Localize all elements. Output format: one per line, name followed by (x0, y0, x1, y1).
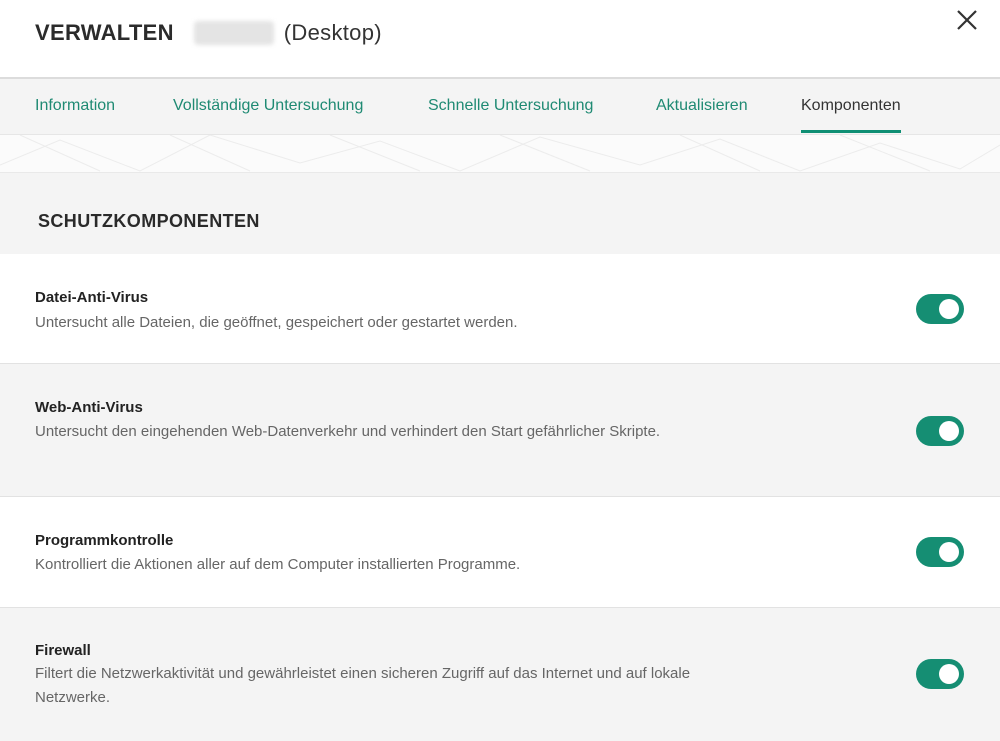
decorative-pattern (0, 135, 1000, 172)
tab-components[interactable]: Komponenten (801, 97, 901, 133)
tab-full-scan[interactable]: Vollständige Untersuchung (173, 97, 363, 115)
component-name: Programmkontrolle (35, 532, 174, 549)
component-row: Firewall Filtert die Netzwerkaktivität u… (0, 608, 1000, 741)
section-title: SCHUTZKOMPONENTEN (38, 211, 260, 231)
toggle-knob (939, 542, 959, 562)
component-row: Web-Anti-Virus Untersucht den eingehende… (0, 364, 1000, 497)
component-description: Untersucht alle Dateien, die geöffnet, g… (35, 314, 518, 331)
title-text: VERWALTEN (35, 20, 174, 45)
component-description: Filtert die Netzwerkaktivität und gewähr… (35, 665, 691, 706)
device-type-label: (Desktop) (283, 20, 382, 45)
dialog-title: VERWALTEN (Desktop) (35, 20, 382, 46)
toggle-firewall[interactable] (916, 659, 964, 689)
toggle-knob (939, 664, 959, 684)
tab-information[interactable]: Information (35, 97, 115, 115)
toggle-knob (939, 299, 959, 319)
toggle-knob (939, 421, 959, 441)
component-name: Datei-Anti-Virus (35, 289, 149, 306)
section-header: SCHUTZKOMPONENTEN (0, 172, 1000, 255)
tab-quick-scan[interactable]: Schnelle Untersuchung (428, 97, 593, 115)
component-row: Programmkontrolle Kontrolliert die Aktio… (0, 497, 1000, 608)
tab-update[interactable]: Aktualisieren (656, 97, 748, 115)
component-row: Datei-Anti-Virus Untersucht alle Dateien… (0, 254, 1000, 364)
component-description: Kontrolliert die Aktionen aller auf dem … (35, 556, 521, 573)
tab-bar: Information Vollständige Untersuchung Sc… (0, 79, 1000, 135)
component-name: Web-Anti-Virus (35, 399, 143, 416)
toggle-web-anti-virus[interactable] (916, 416, 964, 446)
component-name: Firewall (35, 642, 91, 659)
toggle-programmkontrolle[interactable] (916, 537, 964, 567)
close-icon[interactable] (953, 6, 981, 34)
component-description: Untersucht den eingehenden Web-Datenverk… (35, 423, 661, 440)
toggle-datei-anti-virus[interactable] (916, 294, 964, 324)
dialog-header: VERWALTEN (Desktop) (0, 0, 1000, 79)
blurred-device-name (193, 21, 274, 45)
